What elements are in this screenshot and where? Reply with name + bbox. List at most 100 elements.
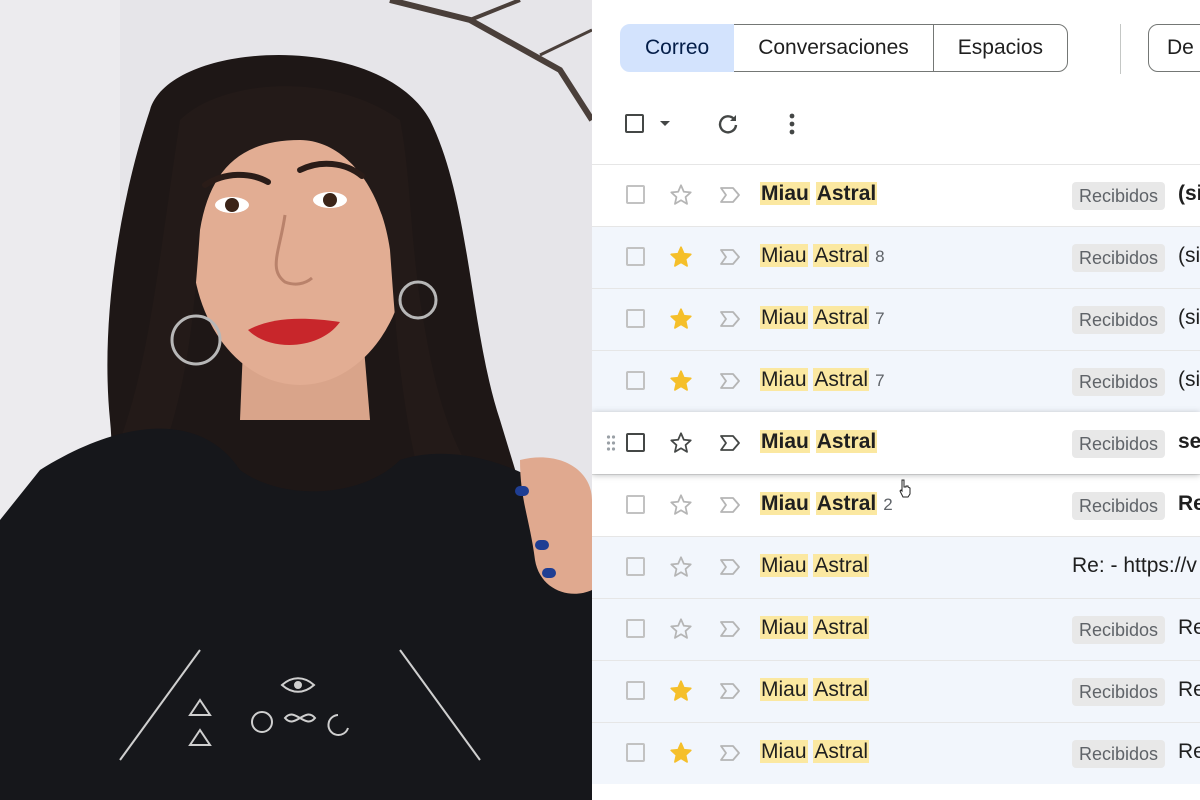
sender-second: Astral — [815, 430, 878, 453]
sender-name: Miau Astral 2 — [760, 492, 893, 516]
importance-marker-icon[interactable] — [718, 185, 742, 205]
email-subject: Re — [1178, 616, 1200, 639]
row-checkbox[interactable] — [626, 619, 645, 638]
sender-first: Miau — [760, 492, 810, 515]
email-subject: Re — [1178, 740, 1200, 763]
email-subject: (si — [1178, 244, 1200, 267]
sender-name: Miau Astral — [760, 678, 870, 702]
label-chip[interactable]: Recibidos — [1072, 306, 1166, 334]
thread-count: 7 — [875, 371, 885, 390]
refresh-icon[interactable] — [716, 112, 740, 136]
sender-second: Astral — [813, 678, 870, 701]
sender-name: Miau Astral 7 — [760, 368, 885, 392]
label-chip[interactable]: Recibidos — [1072, 492, 1166, 520]
sender-second: Astral — [813, 740, 870, 763]
importance-marker-icon[interactable] — [718, 433, 742, 453]
presenter-illustration — [0, 0, 592, 800]
row-checkbox[interactable] — [626, 681, 645, 700]
star-filled-icon[interactable] — [668, 678, 694, 704]
sender-first: Miau — [760, 306, 808, 329]
row-checkbox[interactable] — [626, 371, 645, 390]
email-row[interactable]: Miau Astral 7 Recibidos (si — [592, 350, 1200, 412]
star-filled-icon[interactable] — [668, 244, 694, 270]
chip-espacios[interactable]: Espacios — [932, 24, 1069, 72]
sender-name: Miau Astral — [760, 740, 870, 764]
star-outline-icon[interactable] — [668, 616, 694, 642]
email-row[interactable]: Miau Astral 8 Recibidos (si — [592, 226, 1200, 288]
chip-correo[interactable]: Correo — [620, 24, 735, 72]
row-checkbox[interactable] — [626, 743, 645, 762]
thread-count: 2 — [883, 495, 893, 514]
label-chip[interactable]: Recibidos — [1072, 616, 1166, 644]
star-filled-icon[interactable] — [668, 368, 694, 394]
chip-conversaciones[interactable]: Conversaciones — [734, 24, 933, 72]
sender-first: Miau — [760, 554, 808, 577]
hand-cursor-icon — [899, 479, 911, 498]
email-row[interactable]: Miau Astral Recibidos Re — [592, 598, 1200, 660]
drag-handle-icon[interactable] — [606, 434, 616, 452]
sender-second: Astral — [815, 182, 878, 205]
star-filled-icon[interactable] — [668, 306, 694, 332]
thread-count: 7 — [875, 309, 885, 328]
more-vert-icon[interactable] — [788, 112, 796, 136]
row-checkbox[interactable] — [626, 495, 645, 514]
email-subject: (si — [1178, 182, 1200, 205]
importance-marker-icon[interactable] — [718, 371, 742, 391]
sender-second: Astral — [813, 244, 870, 267]
email-row[interactable]: Miau Astral 7 Recibidos (si — [592, 288, 1200, 350]
email-subject: Re — [1178, 492, 1200, 515]
label-chip[interactable]: Recibidos — [1072, 368, 1166, 396]
importance-marker-icon[interactable] — [718, 681, 742, 701]
search-filter-chips: Correo Conversaciones Espacios — [620, 24, 1069, 74]
sender-first: Miau — [760, 430, 810, 453]
star-outline-icon[interactable] — [668, 182, 694, 208]
star-filled-icon[interactable] — [668, 740, 694, 766]
filter-divider — [1120, 24, 1121, 74]
sender-first: Miau — [760, 740, 808, 763]
email-row[interactable]: Miau Astral Re: - https://v — [592, 536, 1200, 598]
email-subject: Re: - https://v — [1072, 554, 1197, 577]
sender-name: Miau Astral 7 — [760, 306, 885, 330]
email-row[interactable]: Miau Astral 2 Recibidos Re — [592, 474, 1200, 536]
label-chip[interactable]: Recibidos — [1072, 740, 1166, 768]
email-row[interactable]: Miau Astral Recibidos (si — [592, 164, 1200, 226]
caret-down-icon[interactable] — [658, 118, 672, 128]
sender-second: Astral — [813, 554, 870, 577]
label-chip[interactable]: Recibidos — [1072, 182, 1166, 210]
label-chip[interactable]: Recibidos — [1072, 678, 1166, 706]
star-outline-icon[interactable] — [668, 492, 694, 518]
sender-name: Miau Astral — [760, 616, 870, 640]
row-checkbox[interactable] — [626, 433, 645, 452]
star-outline-icon[interactable] — [668, 554, 694, 580]
chip-from[interactable]: De — [1148, 24, 1200, 72]
row-checkbox[interactable] — [626, 185, 645, 204]
sender-first: Miau — [760, 244, 808, 267]
importance-marker-icon[interactable] — [718, 495, 742, 515]
screen: Correo Conversaciones Espacios De Miau A… — [0, 0, 1200, 800]
importance-marker-icon[interactable] — [718, 557, 742, 577]
importance-marker-icon[interactable] — [718, 309, 742, 329]
sender-name: Miau Astral 8 — [760, 244, 885, 268]
importance-marker-icon[interactable] — [718, 247, 742, 267]
sender-name: Miau Astral — [760, 182, 878, 206]
star-outline-icon[interactable] — [668, 430, 694, 456]
importance-marker-icon[interactable] — [718, 743, 742, 763]
importance-marker-icon[interactable] — [718, 619, 742, 639]
row-checkbox[interactable] — [626, 309, 645, 328]
sender-first: Miau — [760, 616, 808, 639]
list-toolbar — [592, 100, 1200, 150]
email-row[interactable]: Miau Astral Recibidos Re — [592, 722, 1200, 784]
label-chip[interactable]: Recibidos — [1072, 430, 1166, 458]
email-subject: (si — [1178, 306, 1200, 329]
sender-name: Miau Astral — [760, 430, 878, 454]
gmail-panel: Correo Conversaciones Espacios De Miau A… — [592, 0, 1200, 800]
sender-first: Miau — [760, 368, 808, 391]
row-checkbox[interactable] — [626, 557, 645, 576]
thread-count: 8 — [875, 247, 885, 266]
email-row[interactable]: Miau Astral Recibidos Re — [592, 660, 1200, 722]
label-chip[interactable]: Recibidos — [1072, 244, 1166, 272]
select-all-checkbox[interactable] — [625, 114, 644, 133]
sender-name: Miau Astral — [760, 554, 870, 578]
email-row[interactable]: Miau Astral Recibidos se — [592, 412, 1200, 474]
row-checkbox[interactable] — [626, 247, 645, 266]
